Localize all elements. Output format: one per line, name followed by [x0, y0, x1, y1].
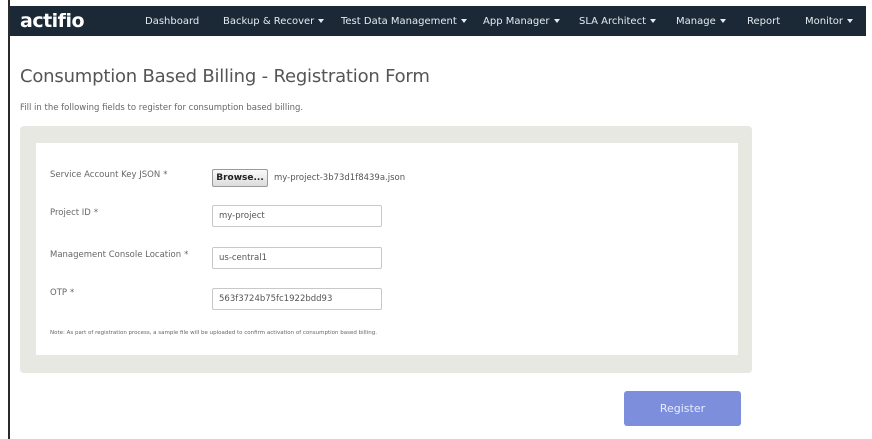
nav-item-monitor[interactable]: Monitor: [805, 16, 865, 27]
window-left-edge: [8, 0, 10, 439]
nav-item-dashboard[interactable]: Dashboard: [145, 16, 223, 27]
chevron-down-icon: [553, 19, 560, 23]
project-id-input[interactable]: my-project: [212, 205, 382, 227]
required-marker: *: [70, 288, 75, 298]
selected-file-name: my-project-3b73d1f8439a.json: [274, 173, 406, 183]
chevron-down-icon: [719, 19, 726, 23]
console-location-label: Management Console Location *: [50, 250, 189, 260]
nav-item-test-data-management[interactable]: Test Data Management: [341, 16, 483, 27]
required-marker: *: [93, 208, 99, 218]
nav-item-report[interactable]: Report: [747, 16, 805, 27]
nav-menu: Dashboard Backup & Recover Test Data Man…: [145, 6, 865, 36]
page-subtitle: Fill in the following fields to register…: [20, 103, 304, 113]
nav-item-sla-architect[interactable]: SLA Architect: [579, 16, 676, 27]
registration-note: Note: As part of registration process, a…: [50, 330, 377, 336]
register-button[interactable]: Register: [624, 391, 741, 426]
page-title: Consumption Based Billing - Registration…: [20, 66, 430, 87]
console-location-input[interactable]: us-central1: [212, 247, 382, 269]
service-account-key-label: Service Account Key JSON *: [50, 170, 168, 180]
otp-input[interactable]: 563f3724b75fc1922bdd93: [212, 288, 382, 310]
otp-label: OTP *: [50, 288, 75, 298]
project-id-label: Project ID *: [50, 208, 99, 218]
chevron-down-icon: [460, 19, 467, 23]
chevron-down-icon: [318, 19, 325, 23]
nav-item-manage[interactable]: Manage: [676, 16, 747, 27]
registration-form-panel: Service Account Key JSON * Browse... my-p…: [20, 126, 752, 373]
nav-item-app-manager[interactable]: App Manager: [483, 16, 579, 27]
registration-form: Service Account Key JSON * Browse... my-p…: [36, 143, 738, 355]
browse-button[interactable]: Browse...: [212, 169, 268, 187]
required-marker: *: [184, 250, 189, 260]
required-marker: *: [163, 170, 168, 180]
chevron-down-icon: [650, 19, 657, 23]
top-navbar: actifio Dashboard Backup & Recover Test …: [10, 6, 866, 36]
nav-item-backup-recover[interactable]: Backup & Recover: [223, 16, 341, 27]
actifio-logo[interactable]: actifio: [20, 10, 145, 32]
chevron-down-icon: [847, 19, 854, 23]
